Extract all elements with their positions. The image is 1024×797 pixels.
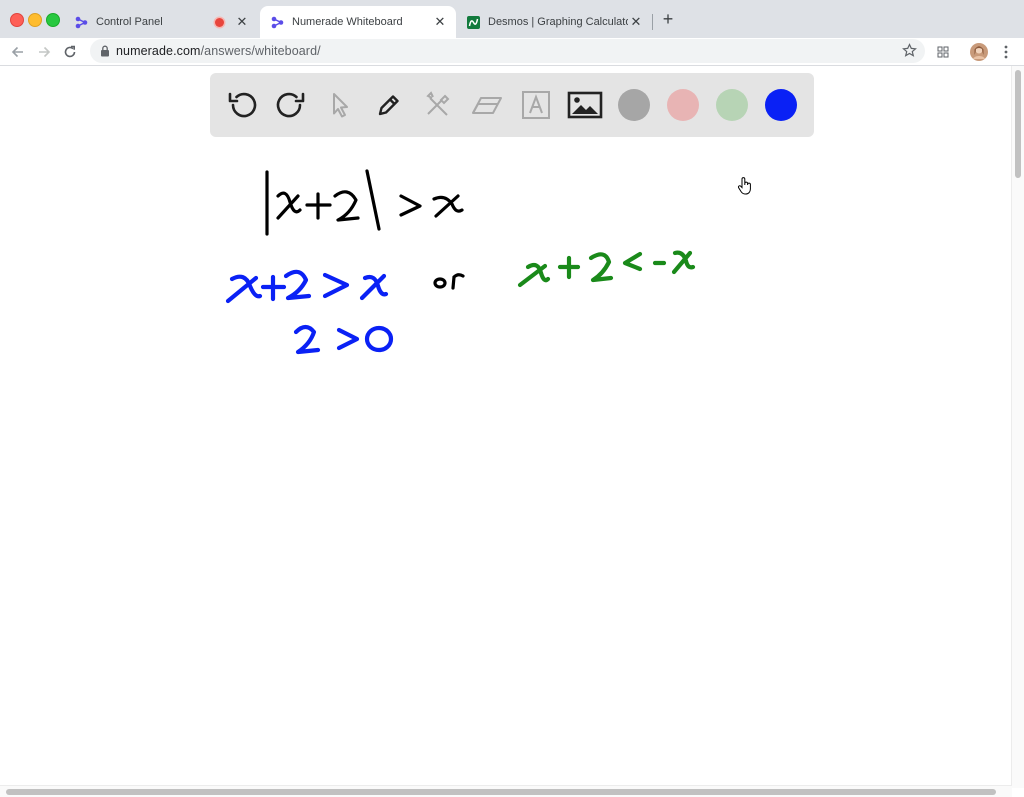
- image-tool-button[interactable]: [567, 87, 603, 123]
- undo-button[interactable]: [224, 87, 260, 123]
- horizontal-scroll-thumb[interactable]: [6, 789, 996, 795]
- tab-title: Desmos | Graphing Calculator: [488, 16, 628, 28]
- forward-button[interactable]: [34, 42, 54, 62]
- url-path: /answers/whiteboard/: [200, 44, 321, 58]
- maximize-window-button[interactable]: [46, 13, 60, 27]
- forward-arrow-icon: [39, 46, 51, 58]
- minimize-window-button[interactable]: [28, 13, 42, 27]
- kebab-menu-icon: [1004, 45, 1008, 59]
- handwriting-or: [433, 273, 465, 290]
- reload-button[interactable]: [60, 42, 80, 62]
- handwriting-line-2-green: [517, 250, 696, 288]
- url-host: numerade.com: [116, 44, 201, 58]
- eraser-button[interactable]: [469, 87, 505, 123]
- lock-icon[interactable]: [100, 45, 110, 57]
- numerade-icon: [74, 15, 88, 29]
- numerade-icon: [270, 15, 284, 29]
- handwriting-line-2-blue: [225, 269, 389, 304]
- tab-desmos[interactable]: Desmos | Graphing Calculator ✕: [456, 6, 652, 38]
- tab-control-panel[interactable]: Control Panel ✕: [64, 6, 258, 38]
- close-tab-icon[interactable]: ✕: [628, 14, 644, 30]
- back-button[interactable]: [8, 42, 28, 62]
- back-arrow-icon: [11, 46, 23, 58]
- handwriting-line-1: [265, 169, 464, 236]
- close-tab-icon[interactable]: ✕: [234, 14, 250, 30]
- redo-icon: [276, 92, 305, 118]
- grid-icon: [937, 46, 949, 58]
- close-window-button[interactable]: [10, 13, 24, 27]
- pen-icon: [378, 95, 399, 116]
- select-tool-button[interactable]: [322, 87, 358, 123]
- image-icon: [567, 91, 603, 119]
- undo-icon: [228, 92, 257, 118]
- tools-button[interactable]: [420, 87, 456, 123]
- reload-icon: [64, 45, 76, 58]
- avatar: [970, 43, 988, 61]
- text-icon: [522, 91, 550, 119]
- new-tab-button[interactable]: +: [660, 10, 676, 28]
- color-gray-swatch[interactable]: [618, 89, 650, 121]
- pointer-icon: [333, 93, 348, 118]
- tab-title: Numerade Whiteboard: [292, 16, 403, 28]
- tab-numerade-whiteboard[interactable]: Numerade Whiteboard ✕: [260, 6, 456, 38]
- text-tool-button[interactable]: [518, 87, 554, 123]
- color-green-swatch[interactable]: [716, 89, 748, 121]
- eraser-icon: [472, 97, 502, 114]
- tools-icon: [426, 91, 450, 116]
- vertical-scrollbar[interactable]: [1011, 66, 1024, 788]
- address-bar[interactable]: numerade.com/answers/whiteboard/: [90, 39, 925, 63]
- desmos-icon: [466, 15, 480, 29]
- whiteboard-canvas[interactable]: [0, 146, 1012, 786]
- browser-toolbar: numerade.com/answers/whiteboard/: [0, 38, 1024, 66]
- tab-strip: Control Panel ✕ Numerade Whiteboard ✕ De…: [0, 0, 1024, 38]
- menu-button[interactable]: [996, 42, 1016, 62]
- bookmark-star-icon[interactable]: [902, 43, 917, 58]
- handwriting-line-3-blue: [293, 324, 394, 355]
- color-blue-swatch[interactable]: [765, 89, 797, 121]
- color-pink-swatch[interactable]: [667, 89, 699, 121]
- profile-button[interactable]: [969, 42, 989, 62]
- extensions-button[interactable]: [933, 42, 953, 62]
- vertical-scroll-thumb[interactable]: [1015, 70, 1021, 178]
- close-tab-icon[interactable]: ✕: [432, 14, 448, 30]
- url-text[interactable]: numerade.com/answers/whiteboard/: [116, 44, 321, 58]
- tab-title: Control Panel: [96, 16, 163, 28]
- recording-indicator-icon: [215, 17, 224, 27]
- whiteboard-toolbar: [210, 73, 814, 137]
- hand-cursor-icon: [737, 177, 751, 195]
- horizontal-scrollbar[interactable]: [0, 785, 1012, 797]
- whiteboard-page: [0, 66, 1024, 796]
- redo-button[interactable]: [273, 87, 309, 123]
- tab-separator: [652, 14, 653, 30]
- pen-tool-button[interactable]: [371, 87, 407, 123]
